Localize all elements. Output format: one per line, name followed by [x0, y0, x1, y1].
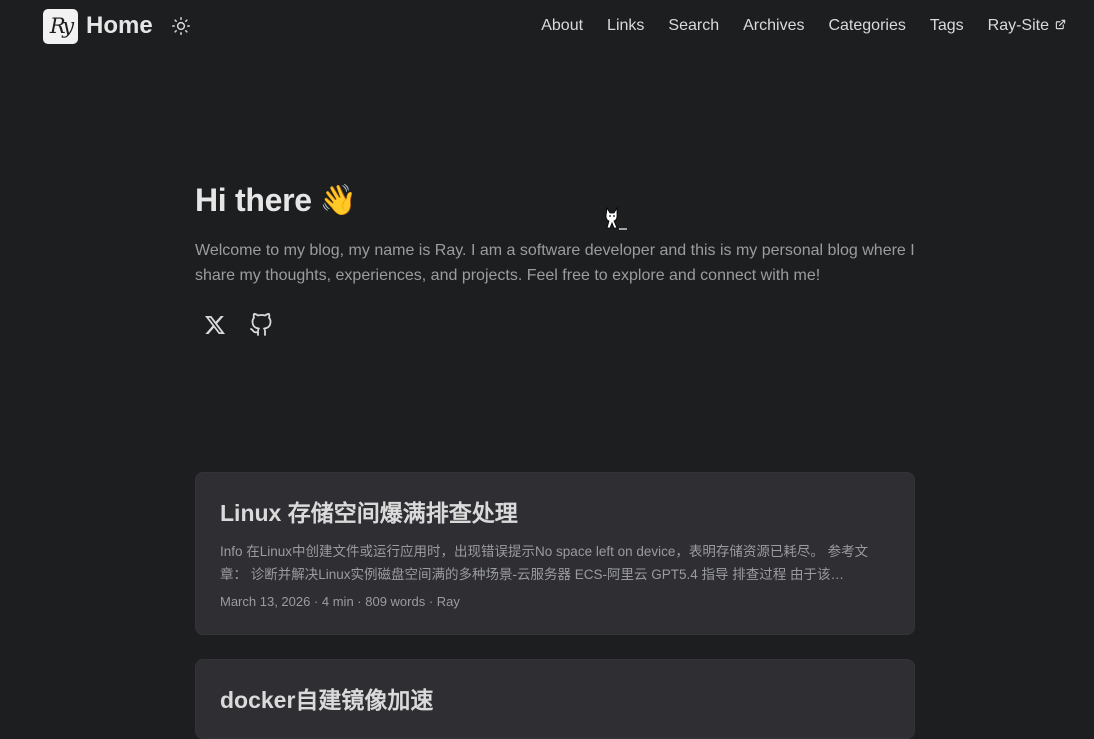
nav-ray-site[interactable]: Ray-Site — [988, 17, 1066, 35]
sun-icon[interactable] — [170, 15, 192, 37]
nav-search[interactable]: Search — [668, 17, 719, 35]
post-summary: Info 在Linux中创建文件或运行应用时，出现错误提示No space le… — [220, 544, 869, 582]
nav-ray-site-label: Ray-Site — [987, 17, 1049, 34]
hero-title-text: Hi there — [195, 182, 312, 218]
hero-description: Welcome to my blog, my name is Ray. I am… — [195, 242, 915, 284]
x-icon[interactable] — [203, 311, 227, 339]
social-icons — [203, 311, 273, 339]
nav-categories[interactable]: Categories — [828, 17, 905, 35]
hero-title: Hi there 👋 — [195, 182, 357, 219]
external-link-icon — [1055, 17, 1066, 35]
post-title[interactable]: docker自建镜像加速 — [220, 684, 890, 716]
site-header: Ry Home About Links Search Archives Cate… — [0, 0, 1094, 52]
waving-hand-emoji: 👋 — [319, 184, 357, 217]
post-title[interactable]: Linux 存储空间爆满排查处理 — [220, 497, 890, 529]
nav-links[interactable]: Links — [607, 17, 644, 35]
nav-about[interactable]: About — [541, 17, 583, 35]
post-card[interactable]: docker自建镜像加速 — [195, 659, 915, 739]
nav-archives[interactable]: Archives — [743, 17, 804, 35]
github-icon[interactable] — [249, 311, 273, 339]
brand: Ry Home — [43, 8, 192, 44]
main-nav: About Links Search Archives Categories T… — [517, 17, 1066, 35]
site-logo[interactable]: Ry — [43, 8, 78, 44]
nav-tags[interactable]: Tags — [930, 17, 964, 35]
post-meta: March 13, 2026 · 4 min · 809 words · Ray — [220, 594, 460, 609]
post-card[interactable]: Linux 存储空间爆满排查处理 Info 在Linux中创建文件或运行应用时，… — [195, 472, 915, 635]
cat-cursor-icon — [603, 206, 629, 232]
home-link[interactable]: Home — [86, 12, 153, 40]
